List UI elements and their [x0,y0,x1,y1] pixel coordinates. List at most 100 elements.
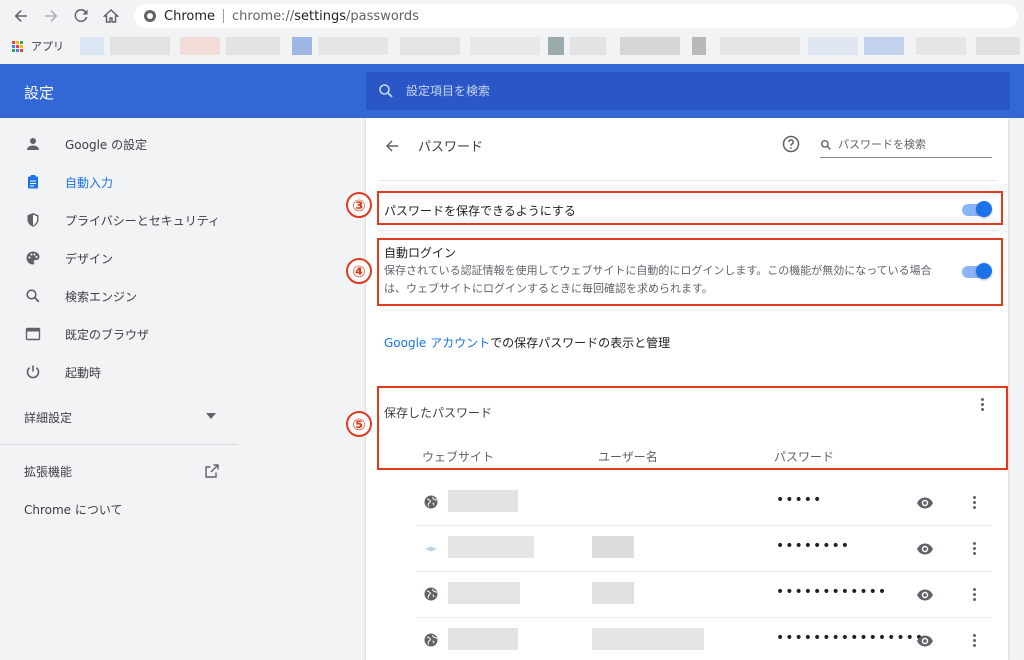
back-arrow-icon[interactable] [8,3,34,29]
sidebar-item-label: 既定のブラウザ [65,327,150,342]
settings-search-box[interactable] [366,72,1010,110]
blurred-bookmark[interactable] [80,37,104,55]
password-row: ••••• [416,480,992,526]
annotation-number-5: ⑤ [346,411,372,437]
globe-icon [424,587,438,601]
back-arrow-icon[interactable] [382,136,402,156]
password-row: •••••••••••• [416,572,992,618]
blurred-username[interactable] [592,582,634,604]
sidebar-item-label: プライバシーとセキュリティ [65,213,221,228]
forward-arrow-icon[interactable] [38,3,64,29]
sidebar-item-privacy[interactable]: プライバシーとセキュリティ [0,202,238,238]
blurred-website[interactable] [448,628,518,650]
browser-icon [24,325,42,343]
settings-title: 設定 [24,84,55,102]
row-menu-icon[interactable] [966,494,982,510]
blurred-website[interactable] [448,490,518,512]
password-row: •••••••• [416,526,992,572]
password-mask: •••••••• [776,538,851,554]
sidebar-item-label: デザイン [65,251,114,266]
home-icon[interactable] [98,3,124,29]
blurred-bookmark[interactable] [570,37,606,55]
blurred-bookmark[interactable] [292,37,312,55]
eye-icon[interactable] [916,540,934,558]
address-bar[interactable]: Chrome chrome://settings/passwords [134,4,1018,28]
url-scheme: chrome:// [232,8,295,24]
apps-label: アプリ [31,40,64,53]
row-menu-icon[interactable] [966,586,982,602]
url-host: settings [294,8,347,24]
blurred-bookmark[interactable] [110,37,170,55]
annotation-number-3: ③ [346,192,372,218]
password-mask: •••••••••••• [776,584,888,600]
globe-icon [424,633,438,647]
google-account-link[interactable]: Google アカウント [384,336,490,350]
blurred-bookmark[interactable] [720,37,800,55]
divider [378,180,998,181]
about-label: Chrome について [24,502,123,517]
eye-icon[interactable] [916,632,934,650]
sidebar-item-default-browser[interactable]: 既定のブラウザ [0,316,238,352]
password-search-box[interactable] [820,132,992,158]
search-icon [379,84,393,98]
sidebar-item-search-engine[interactable]: 検索エンジン [0,278,238,314]
shield-icon [24,211,42,229]
row-menu-icon[interactable] [966,540,982,556]
row-menu-icon[interactable] [966,632,982,648]
sidebar-advanced-toggle[interactable]: 詳細設定 [0,399,238,435]
blurred-website[interactable] [448,536,534,558]
blurred-bookmark[interactable] [180,37,220,55]
blurred-bookmark[interactable] [976,37,1020,55]
divider [378,230,998,231]
open-in-new-icon [205,464,219,478]
blurred-bookmark[interactable] [864,37,904,55]
page-title: パスワード [418,140,484,155]
blurred-bookmark[interactable] [470,37,540,55]
clipboard-icon [24,173,42,191]
blurred-bookmark[interactable] [808,37,858,55]
blurred-bookmark[interactable] [400,37,460,55]
blurred-username[interactable] [592,628,704,650]
sidebar-item-label: Google の設定 [65,137,148,152]
sidebar-item-appearance[interactable]: デザイン [0,240,238,276]
sidebar-item-extensions[interactable]: 拡張機能 [0,453,238,489]
sidebar-item-about[interactable]: Chrome について [0,491,238,527]
sidebar-divider [0,444,238,445]
apps-shortcut[interactable]: アプリ [12,38,64,54]
annotation-box-3 [377,191,1003,225]
blurred-bookmark[interactable] [226,37,280,55]
eye-icon[interactable] [916,586,934,604]
blurred-bookmark[interactable] [548,37,564,55]
browser-toolbar: Chrome chrome://settings/passwords [0,0,1024,32]
blurred-bookmark[interactable] [692,37,706,55]
google-account-line: Google アカウントでの保存パスワードの表示と管理 [384,334,670,351]
annotation-box-4 [377,238,1003,306]
password-mask: ••••• [776,492,823,508]
sidebar-item-on-startup[interactable]: 起動時 [0,354,238,390]
google-account-text: での保存パスワードの表示と管理 [490,336,671,350]
power-icon [24,363,42,381]
blurred-bookmark[interactable] [620,37,680,55]
password-search-input[interactable] [838,138,988,151]
chrome-site-icon [144,10,156,22]
annotation-number-4: ④ [346,258,372,284]
extensions-label: 拡張機能 [24,464,73,479]
omnibox-separator [223,9,224,23]
blurred-bookmark[interactable] [916,37,966,55]
globe-icon [424,495,438,509]
sidebar-item-autofill[interactable]: 自動入力 [0,164,238,200]
sidebar: Google の設定 自動入力 プライバシーとセキュリティ デザイン 検索エンジ… [0,118,238,660]
sidebar-item-label: 自動入力 [65,175,114,190]
blurred-username[interactable] [592,536,634,558]
sidebar-item-google[interactable]: Google の設定 [0,126,238,162]
reload-icon[interactable] [68,3,94,29]
help-icon[interactable] [782,135,802,155]
search-icon [24,287,42,305]
settings-header: 設定 [0,64,1024,118]
sidebar-item-label: 検索エンジン [65,289,138,304]
blurred-bookmark[interactable] [318,37,388,55]
eye-icon[interactable] [916,494,934,512]
blurred-website[interactable] [448,582,520,604]
settings-search-input[interactable] [406,84,986,98]
sidebar-item-label: 起動時 [65,365,102,380]
